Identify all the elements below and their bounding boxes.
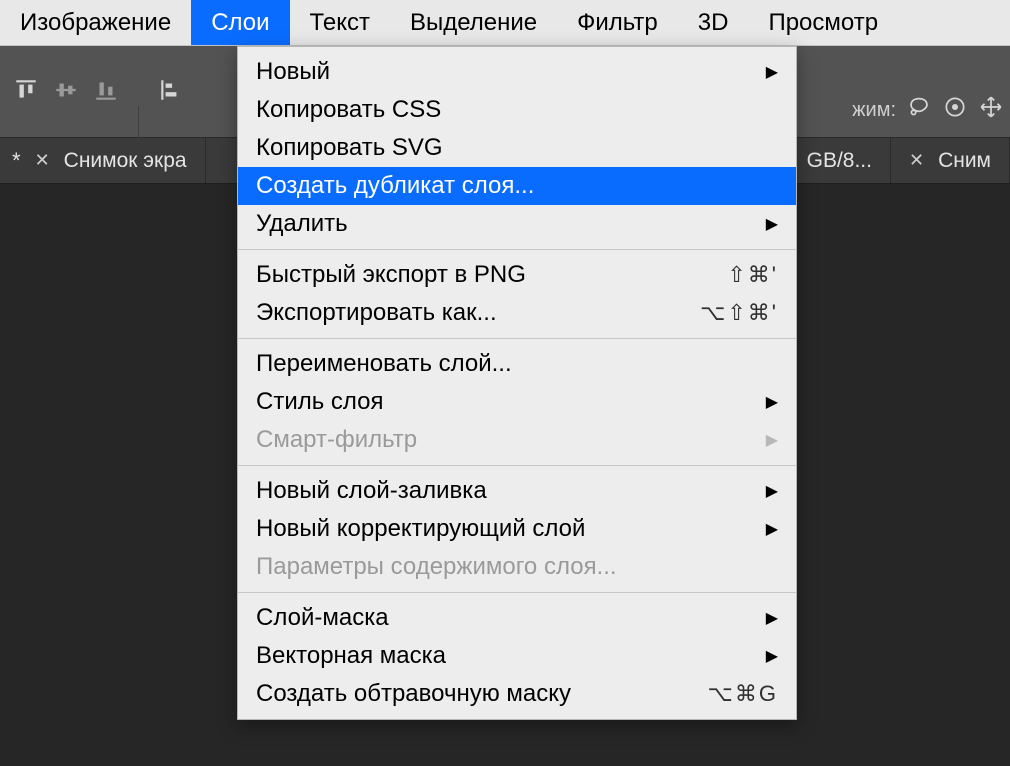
tab-label: GB/8... — [807, 149, 872, 173]
menu-item-label: Копировать SVG — [256, 134, 778, 162]
submenu-arrow-icon: ▶ — [766, 430, 778, 450]
menu-item-delete[interactable]: Удалить ▶ — [238, 205, 796, 243]
menu-item-label: Параметры содержимого слоя... — [256, 553, 778, 581]
menu-item-label: Стиль слоя — [256, 388, 766, 416]
menu-3d[interactable]: 3D — [678, 0, 749, 45]
menu-item-label: Новый корректирующий слой — [256, 515, 766, 543]
menu-item-new-fill-layer[interactable]: Новый слой-заливка ▶ — [238, 472, 796, 510]
menu-item-layer-content-options: Параметры содержимого слоя... — [238, 548, 796, 586]
menu-item-copy-svg[interactable]: Копировать SVG — [238, 129, 796, 167]
menu-separator — [238, 338, 796, 339]
menu-item-label: Удалить — [256, 210, 766, 238]
menu-item-label: Создать дубликат слоя... — [256, 172, 778, 200]
align-top-icon[interactable] — [10, 74, 42, 106]
shortcut-label: ⌥⌘G — [708, 681, 778, 707]
submenu-arrow-icon: ▶ — [766, 392, 778, 412]
menu-item-rename-layer[interactable]: Переименовать слой... — [238, 345, 796, 383]
shortcut-label: ⇧⌘' — [727, 262, 778, 288]
menu-item-label: Новый — [256, 58, 766, 86]
menu-layers[interactable]: Слои — [191, 0, 289, 45]
mode-target-icon[interactable] — [942, 94, 968, 126]
submenu-arrow-icon: ▶ — [766, 646, 778, 666]
submenu-arrow-icon: ▶ — [766, 608, 778, 628]
close-icon[interactable]: ✕ — [909, 150, 924, 171]
menu-item-layer-mask[interactable]: Слой-маска ▶ — [238, 599, 796, 637]
menu-filter[interactable]: Фильтр — [557, 0, 678, 45]
mode-lasso-icon[interactable] — [906, 94, 932, 126]
menu-text[interactable]: Текст — [290, 0, 390, 45]
menu-item-label: Копировать CSS — [256, 96, 778, 124]
tab-label: Снимок экра — [64, 149, 187, 173]
mode-label: жим: — [852, 99, 896, 122]
menu-separator — [238, 592, 796, 593]
submenu-arrow-icon: ▶ — [766, 481, 778, 501]
menu-view[interactable]: Просмотр — [748, 0, 898, 45]
submenu-arrow-icon: ▶ — [766, 214, 778, 234]
submenu-arrow-icon: ▶ — [766, 519, 778, 539]
menu-item-smart-filter: Смарт-фильтр ▶ — [238, 421, 796, 459]
align-vcenter-icon[interactable] — [50, 74, 82, 106]
menu-item-layer-style[interactable]: Стиль слоя ▶ — [238, 383, 796, 421]
document-tab[interactable]: ✕ Сним — [891, 138, 1010, 183]
menu-item-label: Смарт-фильтр — [256, 426, 766, 454]
modified-indicator-icon: * — [12, 148, 21, 174]
layers-dropdown-menu: Новый ▶ Копировать CSS Копировать SVG Со… — [237, 46, 797, 720]
menu-item-label: Слой-маска — [256, 604, 766, 632]
menu-item-label: Векторная маска — [256, 642, 766, 670]
menu-item-new-adjustment-layer[interactable]: Новый корректирующий слой ▶ — [238, 510, 796, 548]
menu-image[interactable]: Изображение — [0, 0, 191, 45]
menu-item-label: Быстрый экспорт в PNG — [256, 261, 727, 289]
menu-item-label: Новый слой-заливка — [256, 477, 766, 505]
menu-item-label: Переименовать слой... — [256, 350, 778, 378]
menu-item-new[interactable]: Новый ▶ — [238, 53, 796, 91]
document-tab[interactable]: * ✕ Снимок экра — [0, 138, 206, 183]
menu-item-label: Экспортировать как... — [256, 299, 700, 327]
submenu-arrow-icon: ▶ — [766, 62, 778, 82]
menu-item-copy-css[interactable]: Копировать CSS — [238, 91, 796, 129]
align-bottom-icon[interactable] — [90, 74, 122, 106]
mode-move-icon[interactable] — [978, 94, 1004, 126]
menu-item-label: Создать обтравочную маску — [256, 680, 708, 708]
menu-item-quick-export-png[interactable]: Быстрый экспорт в PNG ⇧⌘' — [238, 256, 796, 294]
menu-item-export-as[interactable]: Экспортировать как... ⌥⇧⌘' — [238, 294, 796, 332]
menu-item-vector-mask[interactable]: Векторная маска ▶ — [238, 637, 796, 675]
menu-separator — [238, 465, 796, 466]
shortcut-label: ⌥⇧⌘' — [700, 300, 778, 326]
close-icon[interactable]: ✕ — [35, 150, 50, 171]
menu-item-duplicate-layer[interactable]: Создать дубликат слоя... — [238, 167, 796, 205]
tab-label: Сним — [938, 149, 991, 173]
menubar: Изображение Слои Текст Выделение Фильтр … — [0, 0, 1010, 46]
menu-select[interactable]: Выделение — [390, 0, 557, 45]
menu-separator — [238, 249, 796, 250]
document-tab-fragment[interactable]: GB/8... — [788, 138, 891, 183]
toolbar-divider — [138, 106, 139, 142]
distribute-left-icon[interactable] — [155, 74, 187, 106]
menu-item-create-clipping-mask[interactable]: Создать обтравочную маску ⌥⌘G — [238, 675, 796, 713]
